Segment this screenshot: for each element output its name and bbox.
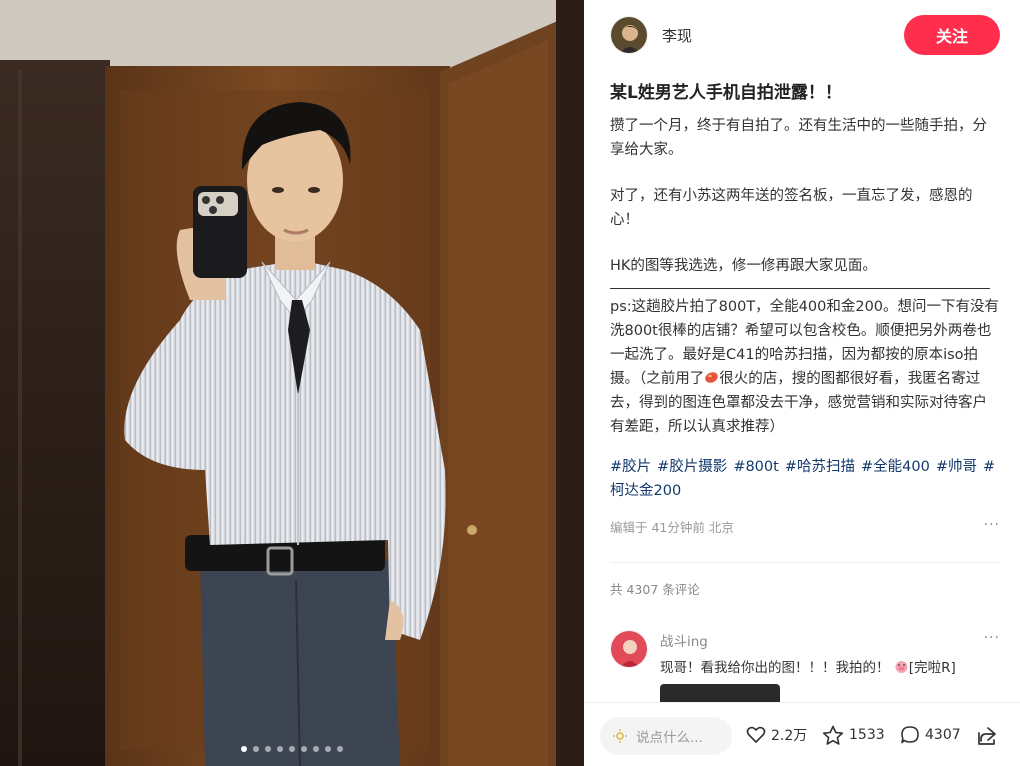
star-count: 1533 — [849, 727, 885, 743]
post-paragraph-3: HK的图等我选选，修一修再跟大家见面。 — [610, 258, 877, 274]
hashtag-link[interactable]: #帅哥 — [936, 459, 977, 475]
post-photo[interactable] — [0, 0, 584, 766]
comment-text: 现哥！看我给你出的图！！！我拍的！ [完啦R] — [660, 656, 956, 676]
gallery-dot[interactable] — [241, 746, 247, 752]
gallery-dot[interactable] — [277, 746, 283, 752]
gallery-dot[interactable] — [253, 746, 259, 752]
post-content: 某L姓男艺人手机自拍泄露！！ 攒了一个月，终于有自拍了。还有生活中的一些随手拍，… — [610, 80, 1000, 598]
comment-sticker-text: [完啦R] — [908, 660, 956, 676]
gallery-dot[interactable] — [313, 746, 319, 752]
follow-button[interactable]: 关注 — [904, 15, 1000, 55]
comment-bubble-icon — [901, 726, 919, 744]
commenter-name[interactable]: 战斗ing — [660, 630, 708, 650]
post-ps: ps:这趟胶片拍了800T，全能400和金200。想问一下有没有洗800t很棒的… — [610, 295, 1000, 439]
author-info[interactable]: 李现 — [610, 16, 692, 54]
gallery-pagination[interactable] — [0, 746, 584, 752]
hashtag-link[interactable]: #胶片 — [610, 459, 651, 475]
interaction-bar: 说点什么... 2.2万 1533 4307 — [584, 702, 1020, 766]
post-tags: #胶片 #胶片摄影 #800t #哈苏扫描 #全能400 #帅哥 #柯达金200 — [610, 455, 1000, 503]
post-paragraph-1: 攒了一个月，终于有自拍了。还有生活中的一些随手拍，分享给大家。 — [610, 118, 987, 158]
sparkle-icon — [613, 729, 627, 743]
mirror-selfie-image — [0, 0, 584, 766]
post-paragraph-2: 对了，还有小苏这两年送的签名板，一直忘了发，感恩的心！ — [610, 188, 973, 228]
comment-count: 共 4307 条评论 — [610, 582, 700, 597]
comment-text-body: 现哥！看我给你出的图！！！我拍的！ — [660, 660, 890, 676]
star-icon — [822, 725, 844, 745]
edit-time-location: 编辑于 41分钟前 北京 — [610, 520, 734, 535]
hashtag-link[interactable]: #全能400 — [861, 459, 930, 475]
more-dots-icon[interactable]: ··· — [984, 517, 1000, 533]
comment-input-placeholder: 说点什么... — [636, 730, 703, 746]
gallery-dot[interactable] — [265, 746, 271, 752]
gallery-dot[interactable] — [301, 746, 307, 752]
comment-more-dots-icon[interactable]: ··· — [984, 630, 1000, 646]
author-avatar[interactable] — [610, 16, 648, 54]
author-name[interactable]: 李现 — [662, 25, 692, 46]
post-meta: 编辑于 41分钟前 北京 ··· — [610, 517, 1000, 536]
gallery-dot[interactable] — [325, 746, 331, 752]
comment-button[interactable]: 4307 — [900, 725, 961, 745]
hashtag-link[interactable]: #800t — [733, 459, 779, 475]
text-divider — [610, 288, 990, 289]
share-icon — [978, 727, 996, 745]
commenter-avatar[interactable] — [610, 630, 648, 668]
gallery-dot[interactable] — [337, 746, 343, 752]
like-count: 2.2万 — [771, 728, 808, 744]
sweet-potato-emoji-icon — [705, 372, 719, 383]
hashtag-link[interactable]: #胶片摄影 — [657, 459, 727, 475]
like-heart-icon — [746, 726, 766, 744]
comment-input[interactable]: 说点什么... — [600, 717, 732, 755]
post-title: 某L姓男艺人手机自拍泄露！！ — [610, 83, 842, 103]
gallery-dot[interactable] — [289, 746, 295, 752]
hashtag-link[interactable]: #哈苏扫描 — [785, 459, 855, 475]
share-button[interactable] — [976, 725, 1003, 747]
section-divider — [610, 562, 1000, 563]
comment-total: 4307 — [925, 727, 961, 743]
post-detail-panel: 李现 关注 某L姓男艺人手机自拍泄露！！ 攒了一个月，终于有自拍了。还有生活中的… — [584, 0, 1020, 766]
pig-emoji-icon — [895, 661, 908, 673]
like-button[interactable]: 2.2万 — [746, 725, 807, 745]
collect-button[interactable]: 1533 — [822, 725, 885, 745]
